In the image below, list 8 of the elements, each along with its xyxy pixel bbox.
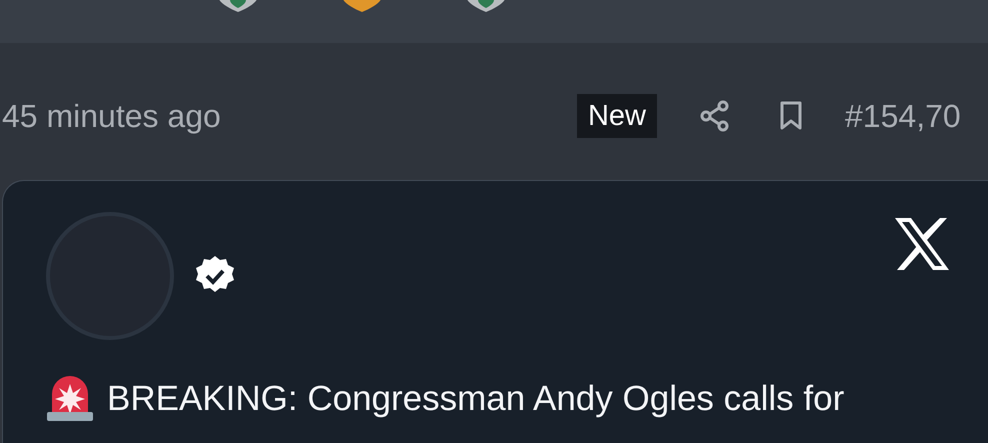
- bookmark-icon[interactable]: [779, 101, 803, 131]
- share-icon[interactable]: [700, 100, 730, 132]
- post-time: 45 minutes ago: [2, 98, 221, 134]
- siren-icon: [46, 376, 94, 422]
- new-badge: New: [576, 94, 657, 138]
- tweet-text: BREAKING: Congressman Andy Ogles calls for: [107, 379, 844, 419]
- x-logo-icon[interactable]: [893, 218, 951, 270]
- post-number: #154,70: [845, 98, 962, 134]
